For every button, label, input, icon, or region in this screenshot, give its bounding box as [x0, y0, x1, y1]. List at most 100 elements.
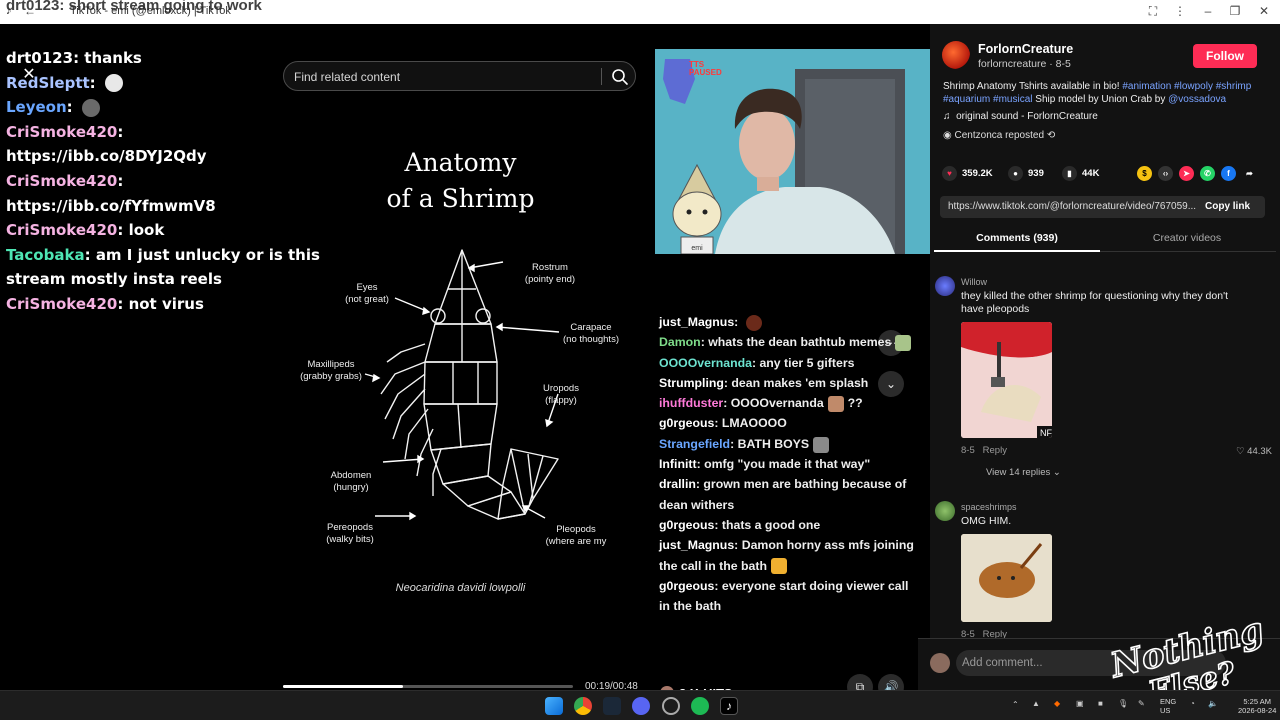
comment-user[interactable]: Willow: [961, 277, 987, 287]
chat-colon: :: [89, 73, 101, 92]
wifi-icon[interactable]: ◔: [1190, 699, 1195, 708]
stream-chat-username[interactable]: Strumpling: [659, 376, 724, 390]
stream-chat-message: dean makes 'em splash: [731, 375, 869, 390]
desc-tags-2[interactable]: #aquarium #musical: [943, 94, 1033, 105]
repost-avatar-icon: ◉: [943, 130, 952, 141]
translate-icon[interactable]: ⛶: [1143, 4, 1163, 19]
chat-title-overlay: drt0123: short stream going to work: [6, 0, 262, 14]
mic-icon[interactable]: 🎙: [1118, 699, 1128, 708]
comment-button[interactable]: ● 939: [1008, 165, 1044, 183]
like-count: 359.2K: [962, 168, 993, 179]
label-uropods: Uropods (flappy): [543, 383, 579, 406]
stream-chat-username[interactable]: ihuffduster: [659, 396, 723, 410]
webcam-scene: TTS PAUSED emi: [655, 49, 930, 254]
reply-button[interactable]: Reply: [983, 445, 1007, 456]
chat-username[interactable]: CriSmoke420: [6, 295, 117, 313]
chevron-down-icon: ⌄: [1052, 467, 1061, 478]
follow-button[interactable]: Follow: [1193, 44, 1257, 68]
search-input[interactable]: [294, 68, 594, 86]
stream-chat-username[interactable]: g0rgeous: [659, 518, 714, 532]
stream-chat-username[interactable]: just_Magnus: [659, 538, 734, 552]
heart-outline-icon: ♡: [1236, 446, 1245, 457]
label-abdomen: Abdomen (hungry): [330, 470, 372, 493]
stream-chat-username[interactable]: OOOOvernanda: [659, 356, 752, 370]
facebook-icon[interactable]: f: [1221, 166, 1236, 181]
desc-tags-1[interactable]: #animation #lowpoly #shrimp: [1122, 81, 1251, 92]
coin-icon[interactable]: $: [1137, 166, 1152, 181]
steam-icon[interactable]: [603, 697, 621, 715]
chat-line: https://ibb.co/fYfmwmV8: [6, 194, 326, 219]
tray-app3-icon[interactable]: ■: [1098, 699, 1103, 708]
stream-chat-line: drallin: grown men are bathing because o…: [656, 474, 918, 515]
tray-app2-icon[interactable]: ▣: [1076, 699, 1084, 708]
windows-start-icon[interactable]: [545, 697, 563, 715]
stream-chat-username[interactable]: drallin: [659, 477, 696, 491]
stream-chat-line: Strumpling: dean makes 'em splash: [656, 373, 918, 393]
volume-tray-icon[interactable]: 🔈: [1208, 699, 1218, 708]
tray-chevron-icon[interactable]: ⌃: [1012, 700, 1019, 709]
spotify-icon[interactable]: [691, 697, 709, 715]
stream-chat-username[interactable]: Strangefield: [659, 437, 730, 451]
sound-label: original sound - ForlornCreature: [956, 111, 1098, 122]
maximize-icon[interactable]: ❐: [1225, 4, 1245, 18]
chat-username[interactable]: Leyeon: [6, 98, 67, 116]
comment-text: OMG HIM.: [961, 515, 1012, 527]
discord-icon[interactable]: [632, 697, 650, 715]
stream-chat-username[interactable]: Infinitt: [659, 457, 697, 471]
search-icon[interactable]: [610, 67, 630, 87]
desc-mention[interactable]: @vossadova: [1168, 94, 1226, 105]
close-window-icon[interactable]: ✕: [1254, 4, 1274, 18]
progress-bar[interactable]: [283, 685, 573, 688]
tray-app-icon[interactable]: ▲: [1032, 699, 1040, 708]
comment-user[interactable]: spaceshrimps: [961, 502, 1017, 512]
author-avatar[interactable]: [942, 41, 970, 69]
search-bar[interactable]: [283, 61, 636, 91]
nothing-else-logo: Nothing Else?: [1105, 618, 1268, 698]
copy-link-button[interactable]: Copy link: [1205, 201, 1250, 212]
brave-icon[interactable]: ◆: [1054, 699, 1060, 708]
whatsapp-icon[interactable]: ✆: [1200, 166, 1215, 181]
comment-avatar[interactable]: [935, 501, 955, 521]
language-indicator[interactable]: ENG US: [1160, 697, 1176, 715]
chat-colon: :: [73, 49, 85, 67]
chat-username[interactable]: CriSmoke420: [6, 123, 117, 141]
embed-icon[interactable]: ‹›: [1158, 166, 1173, 181]
tiktok-taskbar-icon[interactable]: ♪: [720, 697, 738, 715]
obs-icon[interactable]: [662, 697, 680, 715]
chat-colon: :: [66, 98, 78, 117]
pen-icon[interactable]: ✎: [1138, 699, 1145, 708]
sound-link[interactable]: ♫ original sound - ForlornCreature: [943, 111, 1098, 122]
stream-chat-username[interactable]: just_Magnus: [659, 315, 734, 329]
cat-emote-icon: [81, 98, 100, 117]
chat-username[interactable]: CriSmoke420: [6, 172, 117, 190]
stream-chat-message: BATH BOYS: [737, 436, 810, 451]
like-button[interactable]: ♥ 359.2K: [942, 165, 993, 183]
tab-comments[interactable]: Comments (939): [934, 232, 1100, 252]
menu-icon[interactable]: ⋮: [1170, 4, 1190, 18]
comment-like[interactable]: ♡ 44.3K: [1236, 446, 1272, 457]
dog-emote-icon: [104, 74, 123, 93]
chrome-icon[interactable]: [574, 697, 592, 715]
minimize-icon[interactable]: –: [1198, 4, 1218, 18]
share-icon[interactable]: ➦: [1242, 166, 1257, 181]
send-icon[interactable]: ➤: [1179, 166, 1194, 181]
tab-creator-videos[interactable]: Creator videos: [1104, 232, 1270, 244]
comment-image[interactable]: [961, 534, 1052, 622]
post-url[interactable]: https://www.tiktok.com/@forlorncreature/…: [948, 201, 1203, 212]
chat-username[interactable]: CriSmoke420: [6, 221, 117, 239]
author-name[interactable]: ForlornCreature: [978, 42, 1073, 56]
save-count: 44K: [1082, 168, 1100, 179]
stream-chat-username[interactable]: Damon: [659, 335, 701, 349]
close-icon[interactable]: ✕: [18, 64, 40, 86]
stream-chat-colon: :: [723, 396, 731, 411]
chat-username[interactable]: Tacobaka: [6, 246, 85, 264]
stream-chat-username[interactable]: g0rgeous: [659, 416, 714, 430]
comment-image[interactable]: NF: [961, 322, 1052, 438]
comment-avatar[interactable]: [935, 276, 955, 296]
webcam-overlay: TTS PAUSED emi: [655, 49, 930, 254]
save-button[interactable]: ▮ 44K: [1062, 165, 1099, 183]
system-tray: ⌃ ▲ ◆ ▣ ■ 🎙 ✎ ENG US ◔ 🔈 5:25 AM 2026-08-2…: [1010, 691, 1280, 720]
clock[interactable]: 5:25 AM 2026-08-24: [1238, 697, 1276, 715]
stream-chat-username[interactable]: g0rgeous: [659, 579, 714, 593]
view-replies-button[interactable]: View 14 replies ⌄: [986, 467, 1061, 478]
